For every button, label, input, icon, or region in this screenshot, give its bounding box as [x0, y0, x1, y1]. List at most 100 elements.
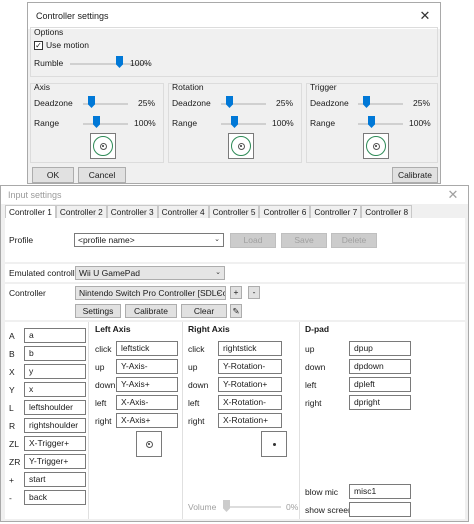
window-title: Controller settings: [36, 11, 109, 21]
right-axis-left-field[interactable]: X-Rotation-: [218, 395, 282, 410]
right-axis-up-label: up: [188, 362, 198, 372]
dpad-down-field[interactable]: dpdown: [349, 359, 411, 374]
right-axis-right-field[interactable]: X-Rotation+: [218, 413, 282, 428]
button-map-1-label: B: [9, 349, 15, 359]
chevron-down-icon: ⌄: [214, 236, 220, 243]
emulated-controller-select[interactable]: Wii U GamePad ⌄: [75, 266, 225, 280]
volume-label: Volume: [188, 502, 217, 512]
button-map-2-field[interactable]: y: [24, 364, 86, 379]
tab-controller-7[interactable]: Controller 7: [310, 205, 362, 218]
trigger-range-value: 100%: [409, 118, 431, 128]
rotation-stick-preview: [228, 133, 254, 159]
settings-button[interactable]: Settings: [75, 304, 121, 318]
button-map-0-label: A: [9, 331, 15, 341]
cancel-button[interactable]: Cancel: [78, 167, 126, 183]
buttons-column: Aa Bb Xy Yx Lleftshoulder Rrightshoulder ZL X-T…: [5, 322, 89, 519]
right-axis-left-label: left: [188, 398, 200, 408]
close-icon[interactable]: ✕: [416, 7, 434, 25]
rotation-deadzone-label: Deadzone: [172, 98, 211, 108]
trigger-range-label: Range: [310, 118, 336, 128]
controller-tabs: Controller 1 Controller 2 Controller 3 C…: [5, 205, 413, 218]
left-axis-left-field[interactable]: X-Axis-: [116, 395, 178, 410]
right-axis-down-field[interactable]: Y-Rotation+: [218, 377, 282, 392]
chevron-down-icon: ⌄: [215, 269, 221, 276]
close-icon[interactable]: ✕: [444, 186, 462, 204]
tab-controller-4[interactable]: Controller 4: [157, 205, 209, 218]
dpad-left-field[interactable]: dpleft: [349, 377, 411, 392]
button-map-5-label: R: [9, 421, 16, 431]
tab-controller-2[interactable]: Controller 2: [55, 205, 107, 218]
axis-range-value: 100%: [134, 118, 156, 128]
trigger-range-track[interactable]: [358, 123, 403, 125]
rotation-title: Rotation: [172, 82, 204, 92]
button-map-8-field[interactable]: start: [24, 472, 86, 487]
remove-controller-button[interactable]: -: [248, 286, 260, 299]
save-button[interactable]: Save: [281, 233, 327, 248]
button-map-0-field[interactable]: a: [24, 328, 86, 343]
button-map-1-field[interactable]: b: [24, 346, 86, 361]
button-map-6-field[interactable]: X-Trigger+: [24, 436, 86, 451]
button-map-7-label: ZR: [9, 457, 21, 467]
ok-button[interactable]: OK: [32, 167, 74, 183]
tab-controller-3[interactable]: Controller 3: [106, 205, 158, 218]
calibrate-button[interactable]: Calibrate: [392, 167, 438, 183]
use-motion-checkbox[interactable]: ✓: [34, 41, 43, 50]
dpad-left-label: left: [305, 380, 317, 390]
clear-button[interactable]: Clear: [181, 304, 227, 318]
show-screen-field[interactable]: [349, 502, 411, 517]
button-map-8-label: +: [9, 475, 14, 485]
controller-select[interactable]: Nintendo Switch Pro Controller [SDLCont …: [75, 286, 226, 300]
volume-slider-track[interactable]: [223, 506, 281, 508]
load-button[interactable]: Load: [230, 233, 276, 248]
button-map-4-label: L: [9, 403, 14, 413]
dpad-up-field[interactable]: dpup: [349, 341, 411, 356]
button-map-3-field[interactable]: x: [24, 382, 86, 397]
add-controller-button[interactable]: +: [230, 286, 242, 299]
profile-label: Profile: [9, 235, 34, 245]
left-axis-click-field[interactable]: leftstick: [116, 341, 178, 356]
left-axis-up-label: up: [95, 362, 105, 372]
blow-mic-label: blow mic: [305, 487, 339, 497]
left-axis-down-label: down: [95, 380, 116, 390]
blow-mic-field[interactable]: misc1: [349, 484, 411, 499]
left-axis-right-field[interactable]: X-Axis+: [116, 413, 178, 428]
rotation-deadzone-value: 25%: [276, 98, 294, 108]
show-screen-label: show screen: [305, 505, 353, 515]
axis-range-label: Range: [34, 118, 60, 128]
delete-button[interactable]: Delete: [331, 233, 377, 248]
tab-controller-8[interactable]: Controller 8: [361, 205, 413, 218]
button-map-4-field[interactable]: leftshoulder: [24, 400, 86, 415]
left-axis-down-field[interactable]: Y-Axis+: [116, 377, 178, 392]
trigger-deadzone-label: Deadzone: [310, 98, 349, 108]
right-axis-column: click rightstick up Y-Rotation-down Y-Rotati…: [184, 322, 300, 519]
right-axis-up-field[interactable]: Y-Rotation-: [218, 359, 282, 374]
rotation-range-value: 100%: [272, 118, 294, 128]
controller-settings-titlebar: Controller settings ✕: [28, 3, 440, 29]
tab-controller-1[interactable]: Controller 1: [5, 205, 56, 218]
dpad-down-label: down: [305, 362, 326, 372]
left-axis-up-field[interactable]: Y-Axis-: [116, 359, 178, 374]
pen-icon[interactable]: ✎: [230, 304, 242, 318]
dpad-right-field[interactable]: dpright: [349, 395, 411, 410]
right-axis-right-label: right: [188, 416, 205, 426]
controller-label: Controller: [9, 288, 46, 298]
use-motion-label: Use motion: [46, 40, 89, 50]
axis-range-track[interactable]: [83, 123, 128, 125]
input-settings-window: Input settings ✕ Controller 1 Controller…: [0, 185, 469, 522]
button-map-5-field[interactable]: rightshoulder: [24, 418, 86, 433]
left-axis-right-label: right: [95, 416, 112, 426]
button-map-7-field[interactable]: Y-Trigger+: [24, 454, 86, 469]
profile-combobox[interactable]: <profile name> ⌄: [74, 233, 224, 247]
input-settings-titlebar: Input settings ✕: [1, 186, 468, 204]
calibrate-button[interactable]: Calibrate: [125, 304, 177, 318]
profile-placeholder: <profile name>: [78, 235, 135, 245]
rotation-range-track[interactable]: [221, 123, 266, 125]
controller-value: Nintendo Switch Pro Controller [SDLCont: [79, 288, 226, 298]
button-map-9-field[interactable]: back: [24, 490, 86, 505]
tab-controller-6[interactable]: Controller 6: [259, 205, 311, 218]
button-map-6-label: ZL: [9, 439, 19, 449]
right-axis-click-field[interactable]: rightstick: [218, 341, 282, 356]
rumble-value: 100%: [130, 58, 152, 68]
tab-controller-5[interactable]: Controller 5: [208, 205, 260, 218]
button-map-2-label: X: [9, 367, 15, 377]
